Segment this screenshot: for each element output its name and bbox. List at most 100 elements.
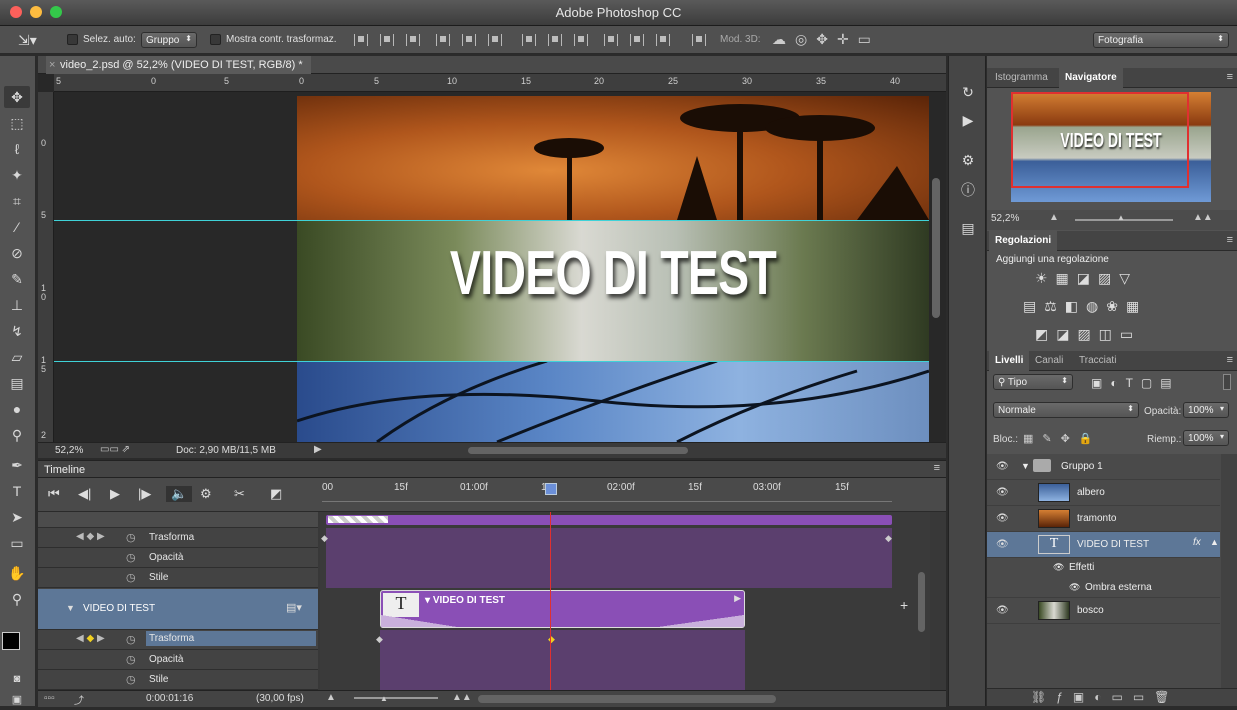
layer-comps-icon[interactable]: ▤	[959, 220, 977, 238]
share-icon[interactable]: ▭▭ ⇗	[100, 444, 130, 455]
layer-filter-dropdown[interactable]: ⚲ Tipo ⬍	[993, 374, 1073, 390]
playhead-line[interactable]	[550, 512, 551, 690]
stopwatch-icon[interactable]: ◷	[126, 551, 136, 564]
track-property-row[interactable]: ◷ Opacità	[38, 548, 318, 568]
next-frame-icon[interactable]: |▶	[138, 486, 151, 502]
magic-wand-tool-icon[interactable]: ✦	[4, 164, 30, 186]
auto-select-checkbox[interactable]	[67, 34, 78, 45]
group-clip-bar[interactable]	[326, 515, 892, 525]
panel-menu-icon[interactable]: ≡	[1227, 354, 1233, 366]
align-left-icon[interactable]	[436, 34, 450, 46]
fx-icon[interactable]: fx	[1193, 537, 1201, 548]
opacity-field[interactable]: 100% ▾	[1183, 402, 1229, 418]
zoom-out-icon[interactable]: ▲	[1049, 212, 1059, 223]
filter-toggle-icon[interactable]	[1223, 374, 1231, 390]
layer-row-group[interactable]: 👁 ▼ Gruppo 1	[987, 454, 1220, 480]
distribute-vcenter-icon[interactable]	[548, 34, 562, 46]
tab-layers[interactable]: Livelli	[989, 351, 1030, 371]
tab-navigator[interactable]: Navigatore	[1059, 68, 1123, 88]
close-tab-icon[interactable]: ×	[49, 59, 55, 71]
timeline-horizontal-scrollbar[interactable]	[478, 695, 776, 703]
layers-footer-icons[interactable]: ⛓ƒ▣◐▭▭🗑	[1031, 690, 1179, 704]
convert-frames-icon[interactable]: ▫▫▫	[44, 693, 55, 704]
eraser-tool-icon[interactable]: ▱	[4, 346, 30, 368]
zoom-in-icon[interactable]: ▲▲	[452, 692, 472, 703]
tab-paths[interactable]: Tracciati	[1079, 355, 1116, 366]
effects-row[interactable]: 👁 Effetti	[987, 558, 1220, 578]
doc-info[interactable]: Doc: 2,90 MB/11,5 MB	[176, 445, 276, 456]
canvas-vertical-scrollbar[interactable]	[932, 178, 940, 318]
properties-icon[interactable]: ⚙	[959, 152, 977, 170]
hand-tool-icon[interactable]: ✋	[4, 562, 30, 584]
pen-tool-icon[interactable]: ✒	[4, 454, 30, 476]
play-icon[interactable]: ▶	[110, 486, 120, 502]
transition-icon[interactable]: ◩	[270, 486, 282, 502]
marquee-tool-icon[interactable]: ⬚	[4, 112, 30, 134]
lock-icons[interactable]: ▦✎✥🔒	[1023, 432, 1102, 445]
brush-tool-icon[interactable]: ✎	[4, 268, 30, 290]
effect-eye-icon[interactable]: 👁	[1069, 582, 1080, 593]
layer-row[interactable]: 👁 albero	[987, 480, 1220, 506]
clip-menu-icon[interactable]: ▶	[734, 593, 741, 604]
align-top-icon[interactable]	[354, 34, 368, 46]
stamp-tool-icon[interactable]: ⊥	[4, 294, 30, 316]
actions-icon[interactable]: ▶	[959, 112, 977, 130]
keyframe-icon[interactable]: ◆	[321, 533, 328, 544]
tab-adjustments[interactable]: Regolazioni	[989, 231, 1058, 251]
keyframe-icon[interactable]: ◆	[885, 533, 892, 544]
stopwatch-icon[interactable]: ◷	[126, 571, 136, 584]
stopwatch-icon[interactable]: ◷	[126, 653, 136, 666]
distribute-hcenter-icon[interactable]	[630, 34, 644, 46]
timeline-tracks[interactable]: ◆ ◆ T ▾ VIDEO DI TEST ▶ ◆ ◆ +	[320, 512, 930, 690]
blur-tool-icon[interactable]: ●	[4, 398, 30, 420]
zoom-in-icon[interactable]: ▲▲	[1193, 212, 1213, 223]
auto-select-dropdown[interactable]: Gruppo ⬍	[141, 32, 197, 48]
shape-tool-icon[interactable]: ▭	[4, 532, 30, 554]
canvas-area[interactable]: 5 0 5 0 5 10 15 20 25 30 35 40 0 5 1 0 1…	[38, 74, 946, 442]
blend-mode-dropdown[interactable]: Normale ⬍	[993, 402, 1139, 418]
adjustment-icons-row2[interactable]: ▤⚖◧◍❀▦	[1023, 298, 1147, 315]
auto-align-icon[interactable]	[692, 34, 706, 46]
path-selection-tool-icon[interactable]: ➤	[4, 506, 30, 528]
group-track-header[interactable]	[38, 512, 318, 528]
video-clip[interactable]: T ▾ VIDEO DI TEST ▶	[380, 590, 745, 628]
zoom-slider-thumb[interactable]: ▲	[380, 694, 388, 703]
tab-histogram[interactable]: Istogramma	[995, 72, 1048, 83]
visibility-eye-icon[interactable]: 👁	[996, 487, 1009, 498]
go-to-first-frame-icon[interactable]: ⏮	[48, 486, 60, 502]
workspace-dropdown[interactable]: Fotografia ⬍	[1093, 32, 1229, 48]
adjustment-icons-row3[interactable]: ◩◪▨◫▭	[1035, 326, 1141, 343]
expand-arrow-icon[interactable]: ▼	[66, 603, 75, 613]
previous-frame-icon[interactable]: ◀|	[78, 486, 91, 502]
panel-menu-icon[interactable]: ≡	[1227, 71, 1233, 83]
keyframe-icon[interactable]: ◆	[376, 634, 383, 645]
align-right-icon[interactable]	[488, 34, 502, 46]
show-transform-checkbox[interactable]	[210, 34, 221, 45]
align-vcenter-icon[interactable]	[380, 34, 394, 46]
add-media-icon[interactable]: +	[900, 597, 908, 613]
expand-arrow-icon[interactable]: ▼	[1021, 461, 1030, 471]
tab-channels[interactable]: Canali	[1035, 355, 1063, 366]
align-bottom-icon[interactable]	[406, 34, 420, 46]
layers-scrollbar-track[interactable]	[1221, 454, 1237, 688]
render-video-icon[interactable]: ⤴	[74, 692, 84, 707]
vertical-ruler[interactable]: 0 5 1 0 1 5 2	[38, 92, 54, 442]
visibility-eye-icon[interactable]: 👁	[996, 513, 1009, 524]
distribute-top-icon[interactable]	[522, 34, 536, 46]
move-tool-icon[interactable]: ✥	[4, 86, 30, 108]
timeline-title[interactable]: Timeline	[44, 464, 85, 476]
3d-mode-icons[interactable]: ☁◎✥✛▭	[772, 31, 880, 48]
panel-menu-icon[interactable]: ≡	[1227, 234, 1233, 246]
track-property-row[interactable]: ◷ Stile	[38, 670, 318, 690]
visibility-eye-icon[interactable]: 👁	[996, 461, 1009, 472]
navigator-zoom-value[interactable]: 52,2%	[991, 213, 1019, 224]
horizontal-ruler[interactable]: 5 0 5 0 5 10 15 20 25 30 35 40	[54, 74, 946, 92]
foreground-color-swatch[interactable]	[2, 632, 20, 650]
visibility-eye-icon[interactable]: 👁	[996, 605, 1009, 616]
effects-eye-icon[interactable]: 👁	[1053, 562, 1064, 573]
guide-line[interactable]	[54, 361, 929, 362]
distribute-bottom-icon[interactable]	[574, 34, 588, 46]
dodge-tool-icon[interactable]: ⚲	[4, 424, 30, 446]
split-scissors-icon[interactable]: ✂	[234, 486, 245, 502]
keyframe-nav-icon[interactable]: ◀ ◆ ▶	[76, 633, 105, 644]
